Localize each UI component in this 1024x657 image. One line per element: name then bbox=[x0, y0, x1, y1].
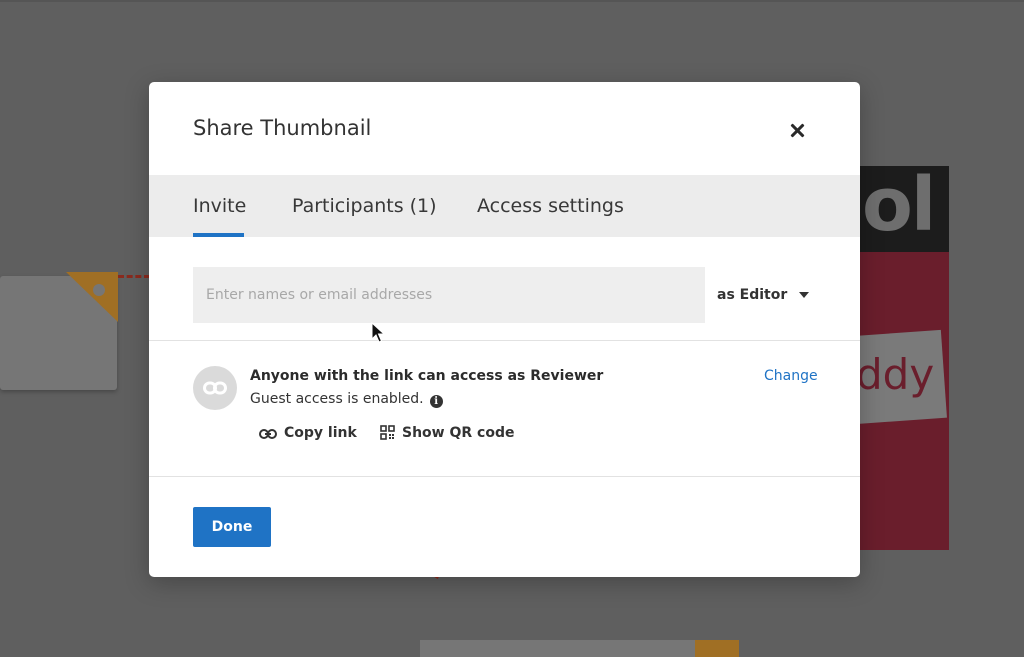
show-qr-code-button[interactable]: Show QR code bbox=[380, 423, 514, 443]
backdrop-flag-dot bbox=[93, 284, 105, 296]
chain-link-icon bbox=[259, 429, 277, 439]
share-dialog: Share Thumbnail Invite Participants (1) … bbox=[149, 82, 860, 577]
link-glyph bbox=[203, 381, 227, 395]
role-dropdown[interactable]: as Editor bbox=[717, 282, 810, 308]
backdrop-card-bottom bbox=[420, 640, 720, 657]
link-access-title: Anyone with the link can access as Revie… bbox=[250, 368, 604, 384]
invite-input[interactable] bbox=[193, 267, 705, 323]
backdrop-connector-line bbox=[118, 275, 150, 278]
guest-access-status: Guest access is enabled. i bbox=[250, 391, 443, 408]
guest-access-text: Guest access is enabled. bbox=[250, 391, 424, 407]
backdrop-flag-bottom bbox=[695, 640, 739, 657]
tab-access-settings[interactable]: Access settings bbox=[477, 175, 624, 237]
change-access-link[interactable]: Change bbox=[764, 368, 818, 384]
dialog-tabs: Invite Participants (1) Access settings bbox=[149, 175, 860, 237]
dialog-header: Share Thumbnail bbox=[149, 82, 860, 175]
tab-invite[interactable]: Invite bbox=[193, 175, 246, 237]
backdrop-poster-heading: ol bbox=[862, 162, 936, 248]
backdrop-top-edge bbox=[0, 0, 1024, 2]
close-icon[interactable] bbox=[785, 118, 809, 142]
caret-down-icon bbox=[799, 292, 810, 298]
link-access-section: Anyone with the link can access as Revie… bbox=[149, 341, 860, 477]
dialog-title: Share Thumbnail bbox=[193, 116, 372, 140]
show-qr-code-label: Show QR code bbox=[402, 425, 515, 441]
invite-section: as Editor bbox=[149, 237, 860, 341]
link-icon bbox=[193, 366, 237, 410]
backdrop-poster-label-text: ddy bbox=[856, 350, 935, 399]
qr-code-icon bbox=[380, 425, 395, 440]
copy-link-label: Copy link bbox=[284, 425, 357, 441]
role-dropdown-label: as Editor bbox=[717, 287, 788, 303]
mouse-cursor-icon bbox=[371, 322, 385, 343]
copy-link-button[interactable]: Copy link bbox=[259, 423, 357, 443]
tab-participants[interactable]: Participants (1) bbox=[292, 175, 437, 237]
done-button[interactable]: Done bbox=[193, 507, 271, 547]
info-icon[interactable]: i bbox=[429, 395, 443, 408]
